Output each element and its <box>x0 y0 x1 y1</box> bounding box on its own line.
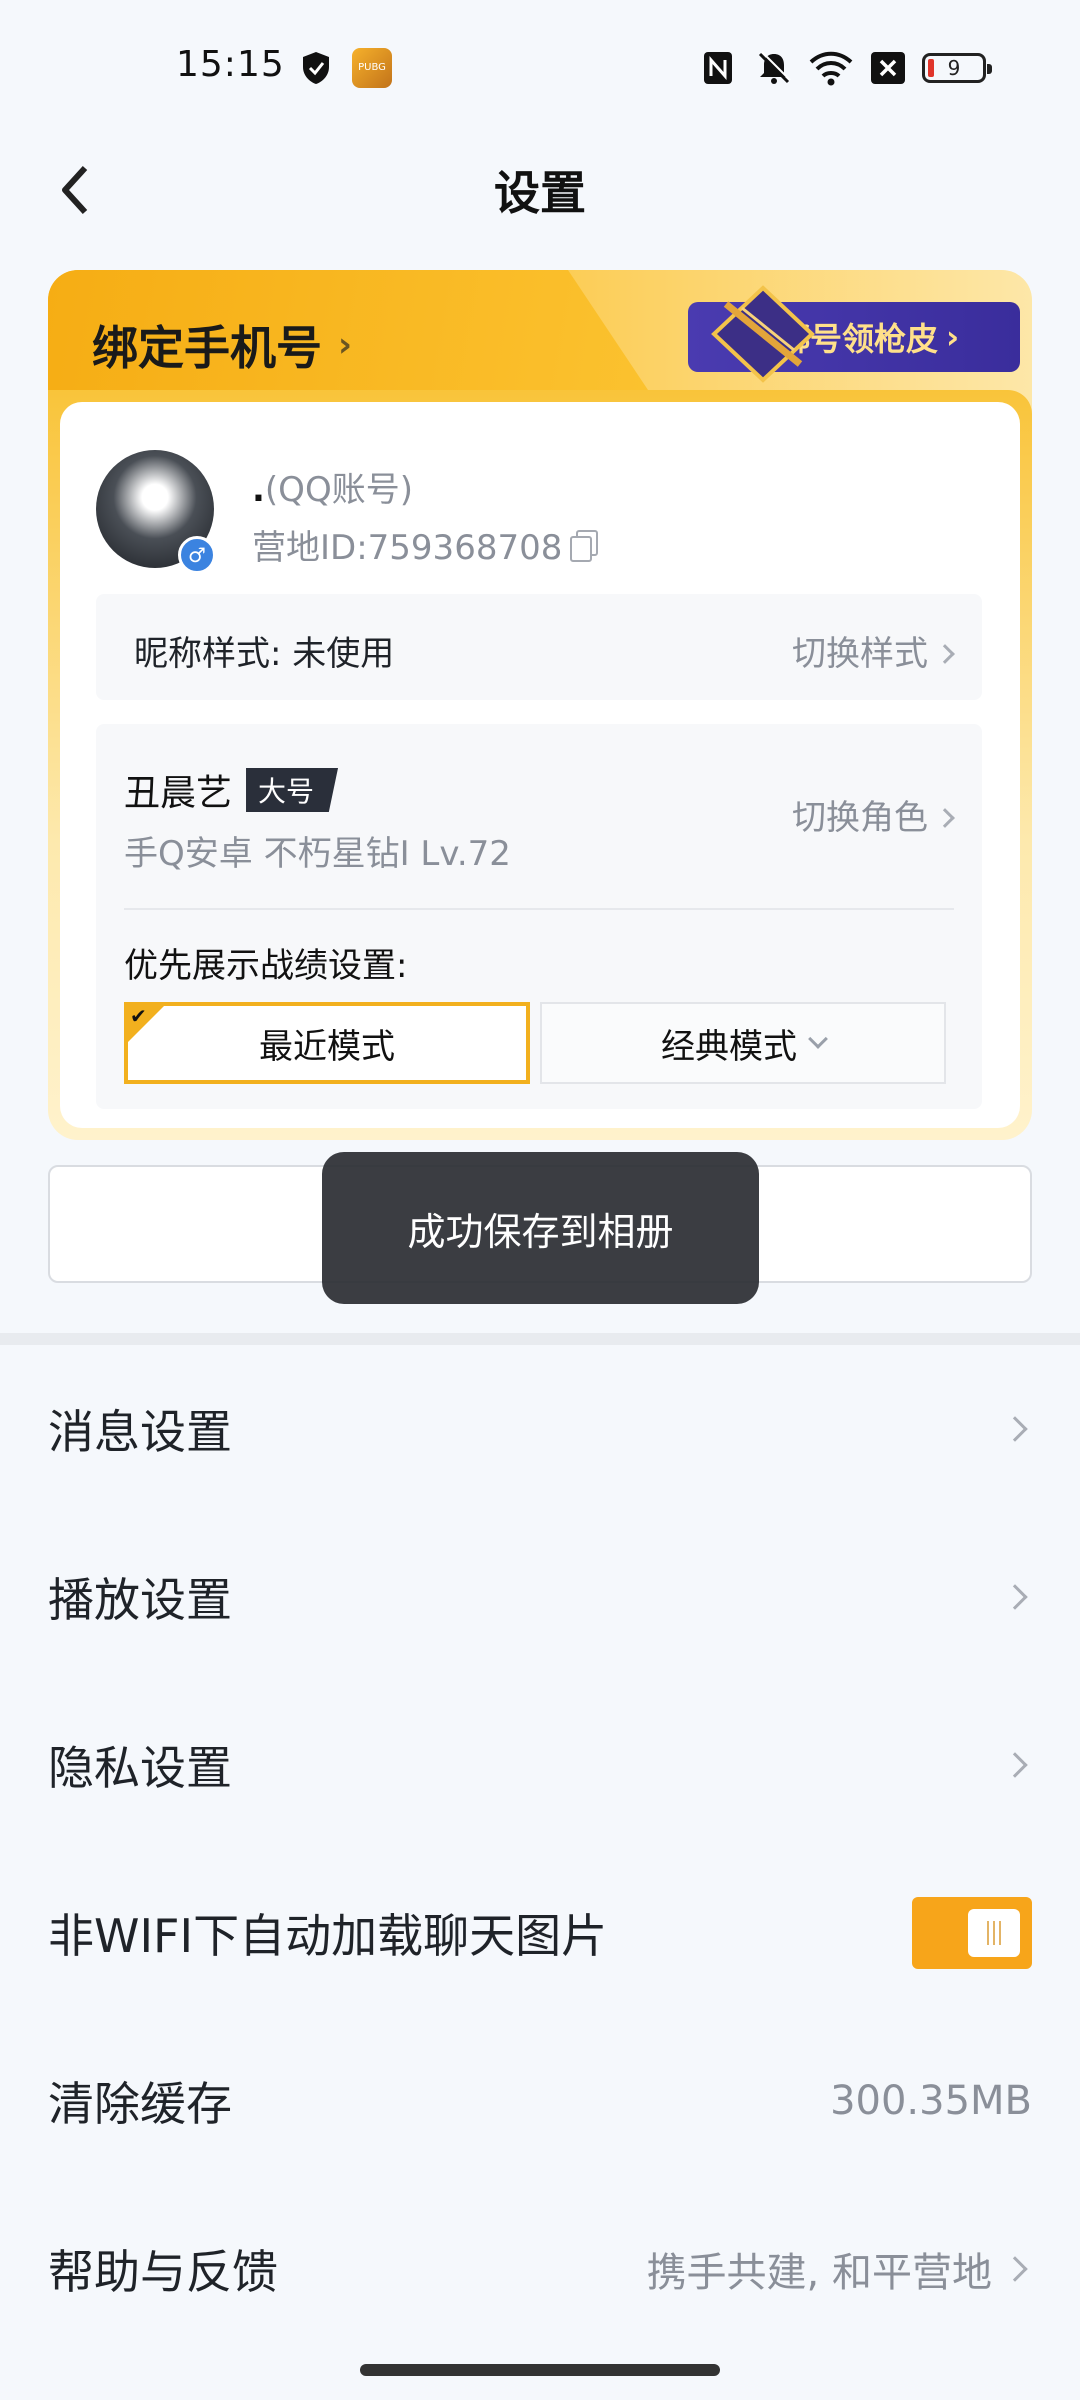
chevron-right-icon <box>1002 1416 1028 1442</box>
camp-id-text: 营地ID:759368708 <box>252 528 563 568</box>
copy-icon[interactable] <box>570 529 599 562</box>
chevron-right-icon <box>935 643 955 664</box>
help-subtitle: 携手共建, 和平营地 <box>646 2250 992 2296</box>
menu-item-clear-cache[interactable]: 清除缓存 300.35MB <box>0 2017 1080 2185</box>
menu-label: 非WIFI下自动加载聊天图片 <box>48 1909 608 1963</box>
shield-icon <box>296 48 336 88</box>
toggle-knob <box>968 1909 1020 1957</box>
bind-phone-link[interactable]: 绑定手机号 › <box>92 312 352 378</box>
auto-load-toggle[interactable] <box>912 1897 1032 1969</box>
mode-recent-label: 最近模式 <box>259 1026 395 1067</box>
nickname-style-row[interactable]: 昵称样式: 未使用 切换样式 <box>96 594 982 700</box>
mode-recent-button[interactable]: ✔ 最近模式 <box>124 1002 530 1084</box>
home-indicator[interactable] <box>360 2364 720 2376</box>
role-name: 丑晨艺 大号 <box>124 764 339 816</box>
record-pref-label: 优先展示战绩设置: <box>124 946 408 986</box>
menu-item-help[interactable]: 帮助与反馈 携手共建, 和平营地 <box>0 2185 1080 2353</box>
nav-bar: 设置 <box>0 135 1080 245</box>
chevron-right-icon: › <box>338 325 353 365</box>
role-name-text: 丑晨艺 <box>124 773 233 814</box>
mute-icon <box>754 48 794 88</box>
nickname-style-label: 昵称样式: 未使用 <box>134 634 395 674</box>
app-badge-icon: PUBG <box>352 48 392 88</box>
menu-item-playback[interactable]: 播放设置 <box>0 1513 1080 1681</box>
wifi-icon <box>808 48 854 88</box>
profile-card: 绑定手机号 › 绑号领枪皮 › ♂ .(QQ账号) 营地ID:759368708… <box>48 270 1032 1140</box>
mode-classic-button[interactable]: 经典模式 <box>540 1002 946 1084</box>
account-nickname: . <box>252 470 265 510</box>
status-time: 15:15 <box>176 44 285 85</box>
menu-label: 播放设置 <box>48 1573 232 1627</box>
switch-role-label: 切换角色 <box>792 798 928 838</box>
switch-style-link[interactable]: 切换样式 <box>792 626 955 675</box>
switch-role-link[interactable]: 切换角色 <box>792 790 955 839</box>
menu-label: 帮助与反馈 <box>48 2245 278 2299</box>
chevron-down-icon <box>808 1029 828 1049</box>
role-info: 手Q安卓 不朽星钻I Lv.72 <box>124 834 511 874</box>
chevron-right-icon <box>1002 1752 1028 1778</box>
menu-label: 消息设置 <box>48 1405 232 1459</box>
menu-right <box>992 1416 1032 1442</box>
toast: 成功保存到相册 <box>322 1152 759 1304</box>
account-name: .(QQ账号) <box>252 462 413 511</box>
bind-phone-label: 绑定手机号 <box>92 321 322 375</box>
gun-skin-icon <box>711 285 815 383</box>
menu-item-message[interactable]: 消息设置 <box>0 1345 1080 1513</box>
battery-level: 9 <box>947 56 961 80</box>
chevron-right-icon <box>1002 1584 1028 1610</box>
status-bar: 15:15 PUBG 9 <box>0 0 1080 135</box>
divider <box>124 908 954 910</box>
sim-off-icon <box>868 48 908 88</box>
mode-classic-label: 经典模式 <box>661 1026 797 1067</box>
male-icon: ♂ <box>178 536 216 574</box>
menu-item-auto-load-images: 非WIFI下自动加载聊天图片 <box>0 1849 1080 2017</box>
menu-label: 清除缓存 <box>48 2077 232 2131</box>
nfc-icon <box>700 48 736 88</box>
chevron-right-icon <box>935 807 955 828</box>
section-divider <box>0 1333 1080 1345</box>
card-body: ♂ .(QQ账号) 营地ID:759368708 昵称样式: 未使用 切换样式 … <box>48 390 1032 1140</box>
menu-label: 隐私设置 <box>48 1741 232 1795</box>
menu-item-privacy[interactable]: 隐私设置 <box>0 1681 1080 1849</box>
menu-right <box>992 1752 1032 1778</box>
camp-id: 营地ID:759368708 <box>252 520 599 569</box>
page-title: 设置 <box>494 166 586 220</box>
switch-style-label: 切换样式 <box>792 634 928 674</box>
check-icon: ✔ <box>130 1004 147 1028</box>
cache-size: 300.35MB <box>830 2078 1032 2124</box>
menu-right: 携手共建, 和平营地 <box>647 2240 1032 2298</box>
battery-icon: 9 <box>922 53 992 83</box>
role-box: 丑晨艺 大号 手Q安卓 不朽星钻I Lv.72 切换角色 优先展示战绩设置: ✔… <box>96 724 982 1109</box>
chevron-right-icon <box>1002 2256 1028 2282</box>
menu-right <box>992 1584 1032 1610</box>
chevron-right-icon: › <box>946 318 960 356</box>
card-inner: ♂ .(QQ账号) 营地ID:759368708 昵称样式: 未使用 切换样式 … <box>60 402 1020 1128</box>
main-account-badge: 大号 <box>246 768 339 812</box>
account-type: (QQ账号) <box>264 470 413 510</box>
